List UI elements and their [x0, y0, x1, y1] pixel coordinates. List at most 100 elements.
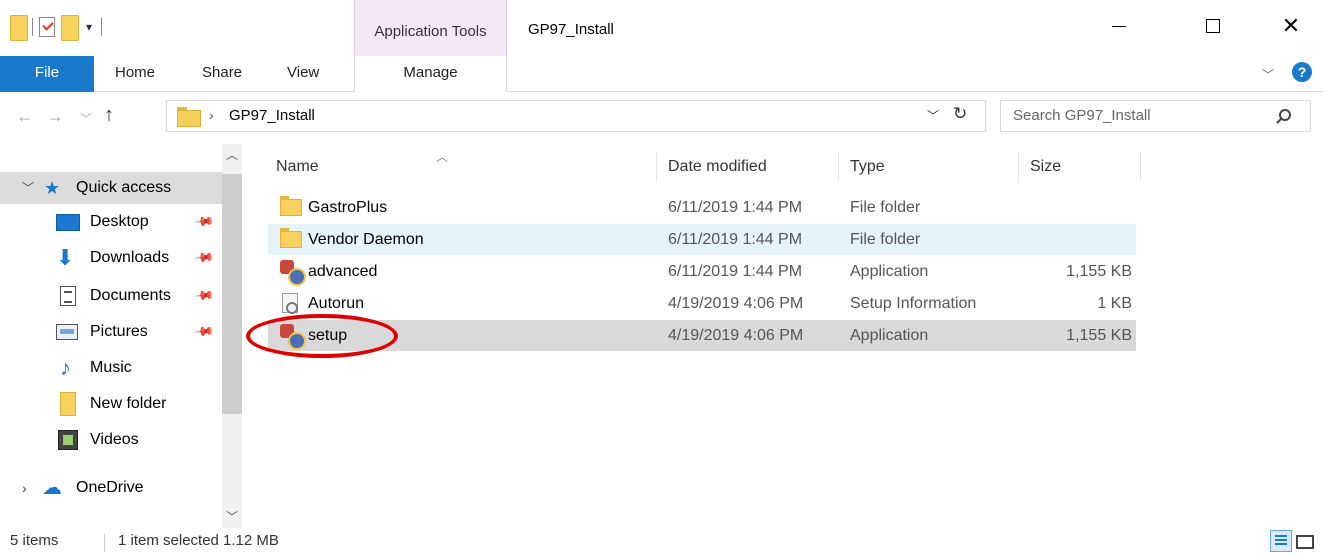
maximize-button[interactable] [1190, 8, 1236, 44]
pictures-icon [56, 324, 78, 340]
file-date-modified: 4/19/2019 4:06 PM [668, 295, 804, 312]
close-icon: ✕ [1281, 13, 1301, 38]
breadcrumb-current-folder[interactable]: GP97_Install [229, 107, 315, 124]
search-icon[interactable] [1279, 109, 1291, 121]
nav-item-onedrive[interactable]: › ☁ OneDrive [0, 472, 224, 504]
nav-item-pictures[interactable]: Pictures 📌 [0, 316, 224, 348]
cloud-icon: ☁ [42, 477, 62, 499]
nav-item-desktop[interactable]: Desktop 📌 [0, 206, 224, 238]
column-divider[interactable] [1018, 152, 1019, 182]
scroll-up-arrow-icon[interactable]: ︿ [222, 146, 242, 163]
large-icons-view-button[interactable] [1292, 530, 1314, 552]
details-view-button[interactable] [1270, 530, 1292, 552]
status-divider [104, 534, 105, 552]
file-size: 1 KB [1097, 295, 1132, 312]
column-header-date-modified[interactable]: Date modified [668, 152, 767, 182]
expand-ribbon-chevron-icon[interactable]: ﹀ [1262, 66, 1274, 83]
address-bar[interactable]: › GP97_Install ﹀ ↻ [166, 100, 986, 132]
selection-info: 1 item selected 1.12 MB [118, 532, 279, 549]
tab-home[interactable]: Home [115, 56, 155, 92]
back-arrow-icon[interactable]: ← [16, 106, 34, 127]
column-header-size[interactable]: Size [1030, 152, 1061, 182]
column-header-type[interactable]: Type [850, 152, 885, 182]
nav-item-documents[interactable]: Documents 📌 [0, 280, 224, 312]
file-list: Name ︿ Date modified Type Size GastroPlu… [244, 144, 1323, 528]
annotation-circle [246, 314, 398, 358]
status-bar: 5 items 1 item selected 1.12 MB [0, 528, 1323, 556]
search-placeholder[interactable]: Search GP97_Install [1013, 107, 1151, 124]
scrollbar-thumb[interactable] [222, 174, 242, 414]
file-name: GastroPlus [308, 199, 388, 216]
title-bar: ▾ Application Tools GP97_Install ✕ [0, 0, 1323, 56]
pin-icon: 📌 [193, 284, 216, 307]
item-count: 5 items [10, 532, 59, 549]
nav-item-label: Documents [90, 287, 171, 304]
navigation-pane-scrollbar[interactable]: ︿ ﹀ [222, 144, 242, 528]
ribbon-tabs: File Home Share View Manage ﹀ ? [0, 56, 1323, 92]
file-row[interactable]: Vendor Daemon 6/11/2019 1:44 PM File fol… [268, 224, 1136, 255]
file-date-modified: 6/11/2019 1:44 PM [668, 231, 803, 248]
file-size: 1,155 KB [1066, 263, 1132, 280]
application-icon [280, 260, 306, 286]
column-header-name[interactable]: Name ︿ [276, 150, 448, 182]
collapse-chevron-icon[interactable]: ﹀ [22, 172, 34, 204]
minimize-icon [1112, 25, 1126, 27]
maximize-icon [1206, 19, 1220, 33]
context-tab-title: Application Tools [374, 23, 487, 40]
nav-item-label: Pictures [90, 323, 148, 340]
breadcrumb-chevron-icon[interactable]: › [209, 107, 214, 123]
pin-icon: 📌 [193, 320, 216, 343]
address-history-dropdown-icon[interactable]: ﹀ [927, 107, 939, 124]
minimize-button[interactable] [1096, 8, 1142, 44]
refresh-icon[interactable]: ↻ [953, 104, 967, 124]
close-button[interactable]: ✕ [1268, 8, 1314, 44]
tab-file[interactable]: File [0, 56, 94, 92]
file-type: Setup Information [850, 295, 977, 312]
help-icon[interactable]: ? [1292, 62, 1312, 82]
file-type: File folder [850, 231, 921, 248]
folder-icon [10, 15, 28, 41]
documents-icon [60, 286, 76, 306]
tab-view[interactable]: View [287, 56, 319, 92]
nav-item-downloads[interactable]: ⬇ Downloads 📌 [0, 242, 224, 274]
scroll-down-arrow-icon[interactable]: ﹀ [222, 508, 242, 525]
pin-icon: 📌 [193, 210, 216, 233]
folder-icon [280, 196, 302, 216]
file-row[interactable]: GastroPlus 6/11/2019 1:44 PM File folder [268, 192, 1136, 223]
nav-item-label: Videos [90, 431, 139, 448]
up-arrow-icon[interactable]: ↑ [104, 104, 114, 127]
file-type: Application [850, 327, 929, 344]
new-folder-icon[interactable] [61, 15, 79, 41]
search-box[interactable]: Search GP97_Install [1000, 100, 1311, 132]
nav-item-label: OneDrive [76, 479, 144, 496]
star-icon: ★ [44, 178, 61, 198]
column-header-label: Name [276, 158, 319, 175]
folder-icon [60, 392, 76, 416]
file-type: Application [850, 263, 929, 280]
tab-share[interactable]: Share [202, 56, 242, 92]
file-size: 1,155 KB [1066, 327, 1132, 344]
file-row[interactable]: Autorun 4/19/2019 4:06 PM Setup Informat… [268, 288, 1136, 319]
forward-arrow-icon[interactable]: → [46, 106, 64, 127]
recent-locations-chevron-icon[interactable]: ﹀ [80, 110, 92, 127]
file-row[interactable]: advanced 6/11/2019 1:44 PM Application 1… [268, 256, 1136, 287]
expand-chevron-icon[interactable]: › [22, 472, 27, 504]
column-divider[interactable] [1140, 152, 1141, 182]
column-divider[interactable] [838, 152, 839, 182]
nav-item-label: New folder [90, 395, 167, 412]
navigation-bar: ← → ﹀ ↑ › GP97_Install ﹀ ↻ Search GP97_I… [0, 92, 1323, 144]
window-title: GP97_Install [528, 21, 614, 38]
tab-manage[interactable]: Manage [354, 56, 507, 92]
customize-toolbar-dropdown-icon[interactable]: ▾ [83, 14, 95, 40]
nav-item-videos[interactable]: Videos [0, 424, 224, 456]
file-row-selected[interactable]: setup 4/19/2019 4:06 PM Application 1,15… [268, 320, 1136, 351]
nav-item-music[interactable]: ♪ Music [0, 352, 224, 384]
nav-quick-access[interactable]: ﹀ ★ Quick access [0, 172, 224, 204]
nav-item-label: Desktop [90, 213, 149, 230]
properties-icon[interactable] [39, 17, 55, 37]
application-tools-context-tab: Application Tools [354, 0, 507, 56]
nav-item-new-folder[interactable]: New folder [0, 388, 224, 420]
column-divider[interactable] [656, 152, 657, 182]
file-date-modified: 6/11/2019 1:44 PM [668, 199, 803, 216]
videos-icon [58, 430, 78, 450]
